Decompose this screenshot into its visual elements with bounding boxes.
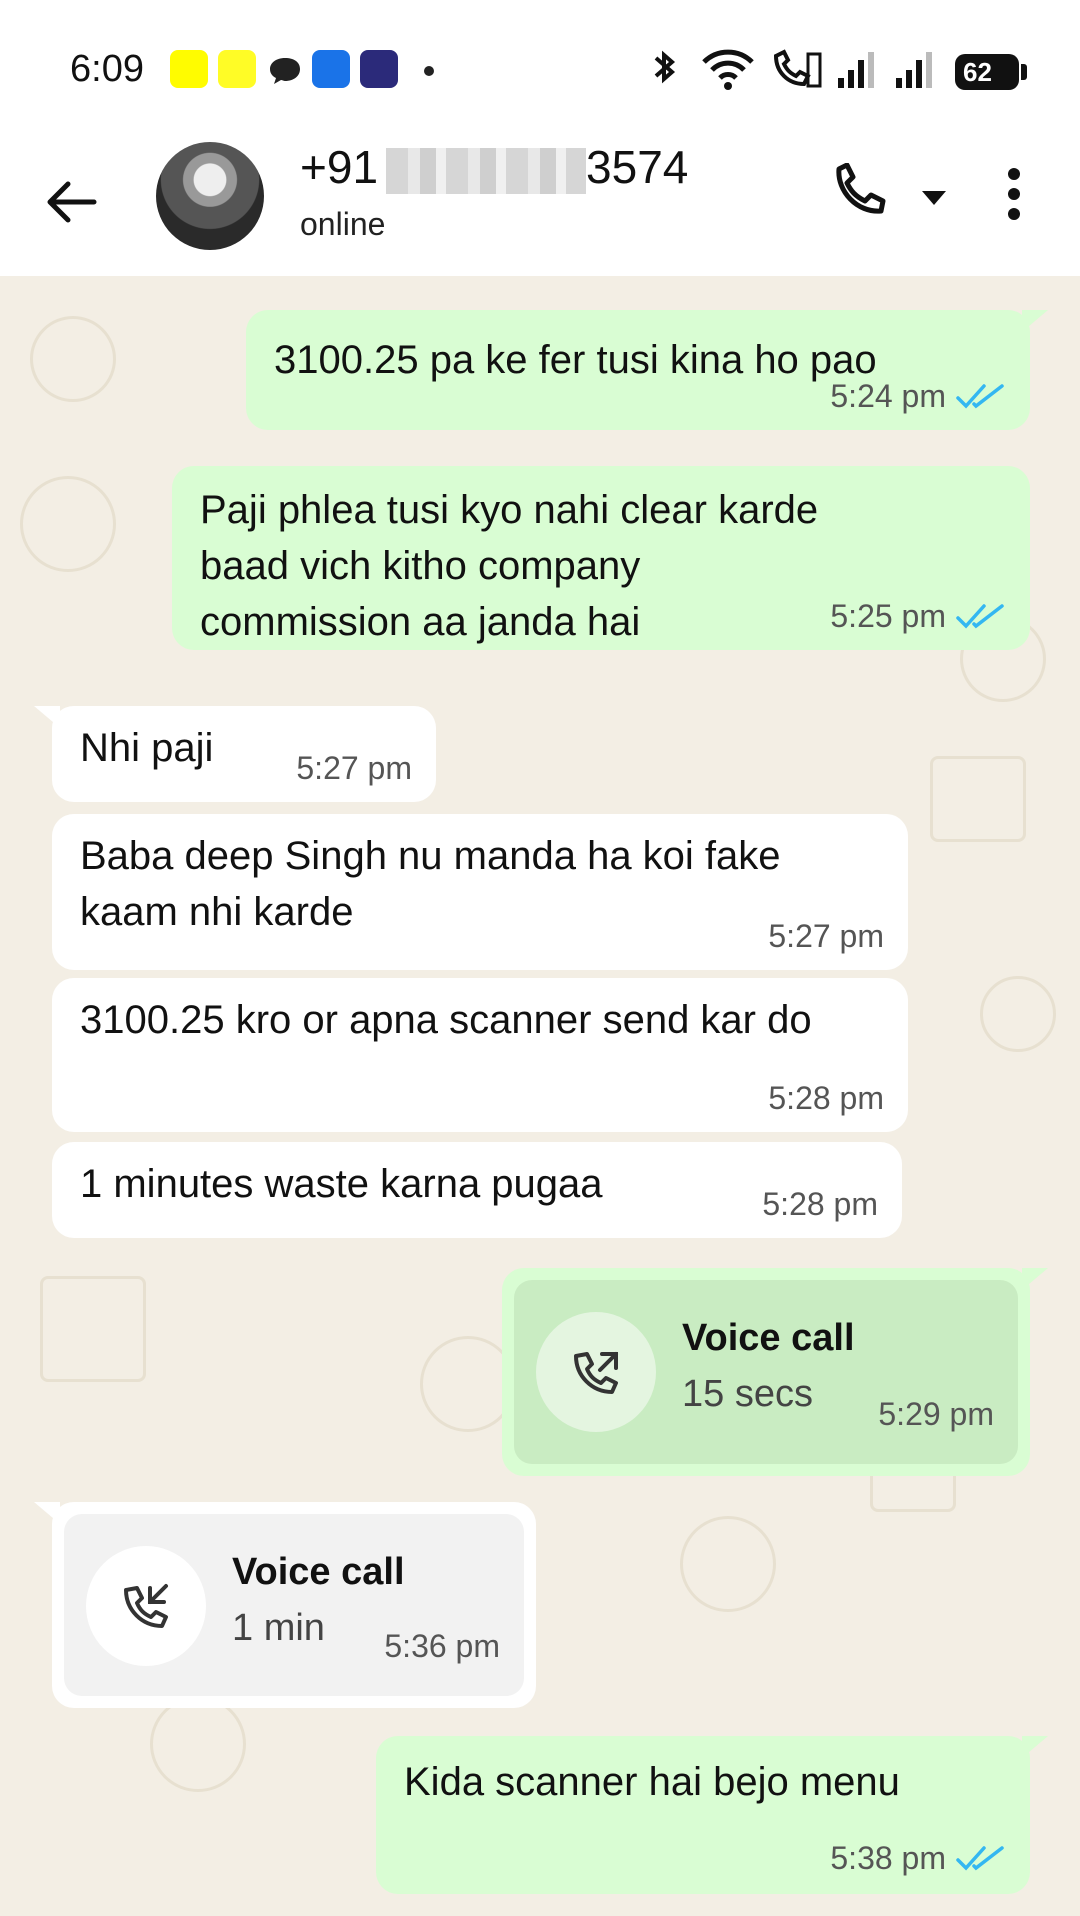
message-text: 1 minutes waste karna pugaa [80,1162,603,1206]
wallpaper-doodle [150,1696,246,1792]
message-time: 5:29 pm [878,1396,994,1432]
double-check-icon [956,1846,1004,1871]
message-time: 5:27 pm [768,918,884,954]
message-meta: 5:29 pm [878,1386,994,1442]
message-outgoing-call[interactable]: Voice call 15 secs 5:29 pm [502,1268,1048,1476]
wallpaper-doodle [20,476,116,572]
snapchat-icon [170,50,208,88]
wallpaper-doodle [40,1276,146,1382]
message-incoming[interactable]: Baba deep Singh nu manda ha koi fake kaa… [52,814,908,970]
wallpaper-doodle [30,316,116,402]
voice-call-card[interactable]: Voice call 15 secs 5:29 pm [514,1280,1018,1464]
message-meta: 5:27 pm [768,908,884,964]
call-duration: 1 min [232,1607,325,1649]
call-duration: 15 secs [682,1373,813,1415]
message-incoming-call[interactable]: Voice call 1 min 5:36 pm [34,1502,536,1708]
contact-name[interactable]: +91 3574 [300,140,688,194]
message-outgoing[interactable]: Paji phlea tusi kyo nahi clear karde baa… [172,466,1030,650]
message-outgoing[interactable]: 3100.25 pa ke fer tusi kina ho pao 5:24 … [246,310,1048,430]
message-meta: 5:38 pm [830,1830,1006,1886]
wallpaper-doodle [930,756,1026,842]
dot-icon [424,66,434,76]
signal-icon [836,48,878,92]
wallpaper-doodle [680,1516,776,1612]
message-incoming[interactable]: 3100.25 kro or apna scanner send kar do … [52,978,908,1132]
bluetooth-icon [646,48,682,92]
battery-icon: 62 [955,54,1027,90]
chat-area[interactable]: 3100.25 pa ke fer tusi kina ho pao 5:24 … [0,276,1080,1916]
message-time: 5:28 pm [768,1080,884,1116]
message-time: 5:25 pm [830,598,946,634]
message-incoming[interactable]: Nhi paji 5:27 pm [34,706,436,802]
message-incoming[interactable]: 1 minutes waste karna pugaa 5:28 pm [52,1142,902,1238]
chat-bubble-icon [268,56,302,91]
message-text: 3100.25 pa ke fer tusi kina ho pao [274,338,877,382]
message-text: Kida scanner hai bejo menu [404,1760,900,1804]
wallpaper-doodle [980,976,1056,1052]
double-check-icon [956,604,1004,629]
message-text: 3100.25 kro or apna scanner send kar do [80,998,812,1042]
message-time: 5:36 pm [384,1628,500,1664]
phone-app-icon [312,50,350,88]
message-meta: 5:25 pm [830,588,1006,644]
status-bar: 6:09 62 [0,0,1080,130]
jar-app-icon [360,50,398,88]
incoming-call-icon [124,1584,168,1628]
arrow-left-icon [47,181,97,223]
message-time: 5:38 pm [830,1840,946,1876]
message-meta: 5:28 pm [768,1070,884,1126]
snapchat-icon [218,50,256,88]
chevron-down-icon [922,191,946,205]
status-time: 6:09 [70,48,144,90]
voice-call-button[interactable] [826,160,890,224]
message-time: 5:27 pm [296,750,412,786]
contact-name-prefix: +91 [300,141,379,193]
avatar[interactable] [156,142,264,250]
chat-header: +91 3574 online [0,130,1080,276]
message-meta: 5:24 pm [830,368,1006,424]
contact-name-suffix: 3574 [586,141,689,193]
outgoing-call-icon [574,1352,618,1394]
call-icon-circle [536,1312,656,1432]
redacted-number [386,147,587,194]
call-title: Voice call [682,1317,855,1359]
message-meta: 5:28 pm [762,1176,878,1232]
message-text: Nhi paji [80,726,214,770]
double-check-icon [956,384,1004,409]
back-button[interactable] [40,170,104,234]
signal-icon [894,48,936,92]
phone-icon [836,163,886,214]
message-text: Baba deep Singh nu manda ha koi fake kaa… [80,834,781,934]
call-icon-circle [86,1546,206,1666]
message-outgoing[interactable]: Kida scanner hai bejo menu 5:38 pm [376,1736,1048,1894]
message-time: 5:28 pm [762,1186,878,1222]
more-vert-icon [1008,168,1020,220]
message-time: 5:24 pm [830,378,946,414]
volte-call-icon [768,48,824,92]
contact-status: online [300,206,386,242]
wifi-icon [700,48,756,92]
voice-call-card[interactable]: Voice call 1 min 5:36 pm [64,1514,524,1696]
message-meta: 5:36 pm [384,1618,500,1674]
call-title: Voice call [232,1551,405,1593]
message-text: Paji phlea tusi kyo nahi clear karde baa… [200,488,819,644]
message-meta: 5:27 pm [296,740,412,796]
more-options-button[interactable] [990,160,1038,228]
call-options-dropdown[interactable] [914,178,954,218]
